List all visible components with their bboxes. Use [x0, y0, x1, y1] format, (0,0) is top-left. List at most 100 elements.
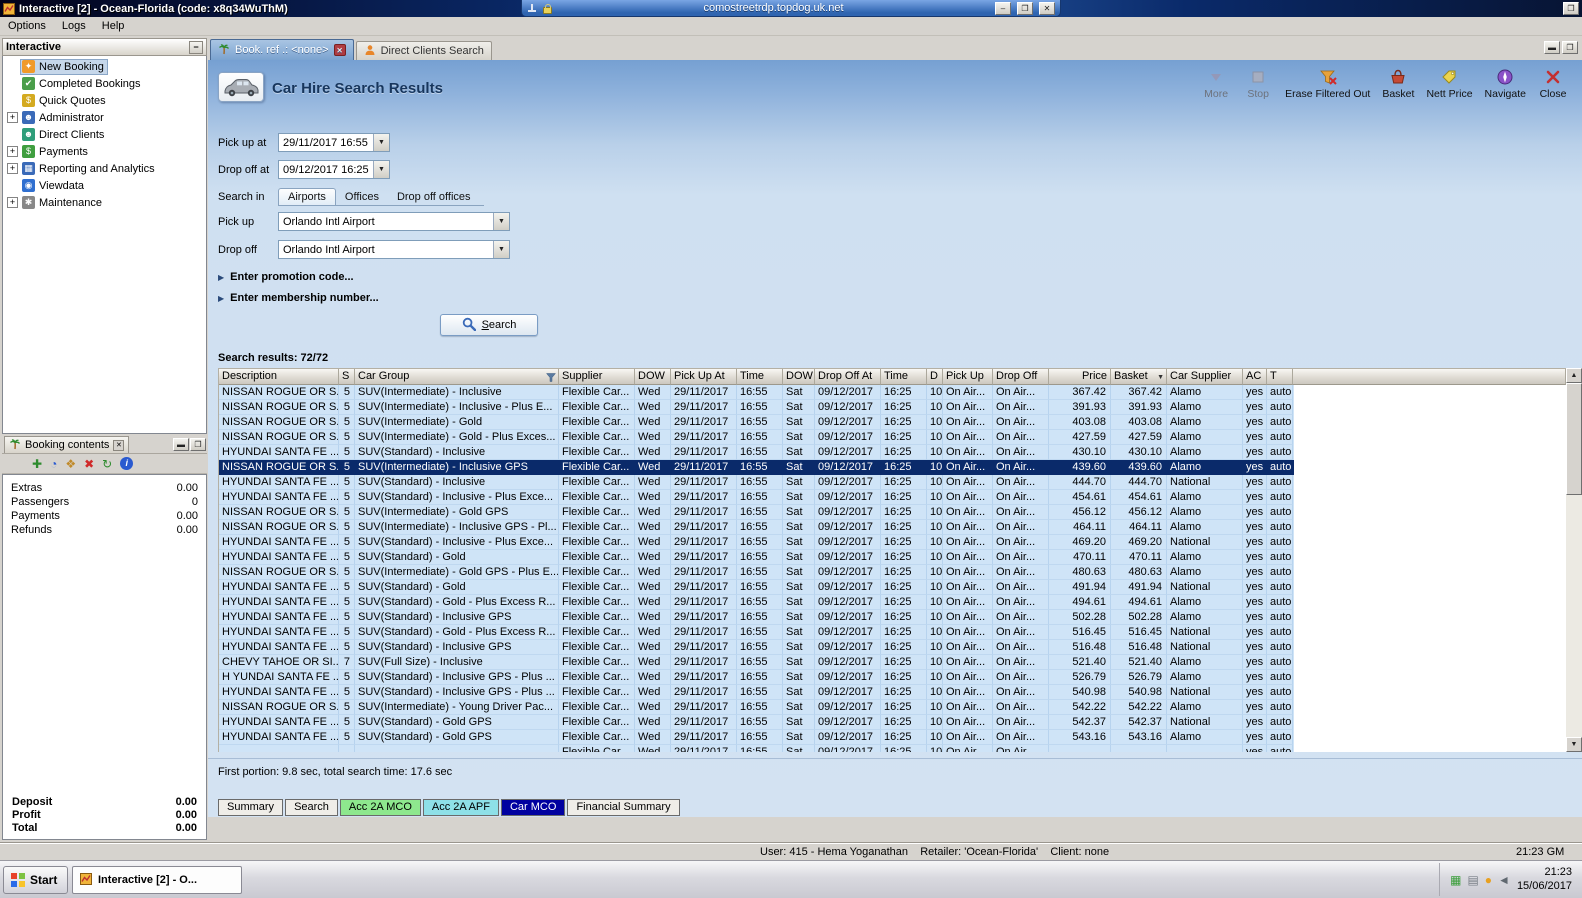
sidebar-item-new-booking[interactable]: ✦ New Booking: [3, 58, 206, 75]
refresh-icon[interactable]: ↻: [102, 457, 112, 471]
promotion-code-expander[interactable]: ▶ Enter promotion code...: [218, 271, 354, 283]
menu-item-logs[interactable]: Logs: [62, 20, 86, 32]
sidebar-item-direct-clients[interactable]: ☻ Direct Clients: [3, 126, 206, 143]
column-header-ac-16[interactable]: AC: [1243, 369, 1267, 385]
basket-button[interactable]: Basket: [1382, 67, 1414, 100]
scroll-down-icon[interactable]: ▼: [1566, 737, 1582, 752]
table-row[interactable]: HYUNDAI SANTA FE ... 5 SUV(Standard) - Inc…: [219, 640, 1294, 655]
dropdown-arrow-icon[interactable]: ▼: [493, 241, 509, 258]
table-row[interactable]: NISSAN ROGUE OR S... 5 SUV(Intermediate) -…: [219, 400, 1294, 415]
pin-icon[interactable]: [527, 3, 537, 14]
erase-filtered-out-button[interactable]: Erase Filtered Out: [1285, 67, 1370, 100]
view-tab-summary[interactable]: Summary: [218, 799, 284, 816]
table-row[interactable]: NISSAN ROGUE OR S... 5 SUV(Intermediate) -…: [219, 415, 1294, 430]
column-header-pick-up-11[interactable]: Pick Up: [943, 369, 993, 385]
expand-icon[interactable]: +: [7, 197, 18, 208]
sidebar-item-quick-quotes[interactable]: $ Quick Quotes: [3, 92, 206, 109]
window-restore-button[interactable]: ❐: [1563, 2, 1579, 15]
start-button[interactable]: Start: [3, 866, 69, 894]
table-row[interactable]: HYUNDAI SANTA FE ... 5 SUV(Standard) - Inc…: [219, 685, 1294, 700]
table-row[interactable]: HYUNDAI SANTA FE ... 5 SUV(Standard) - Inc…: [219, 475, 1294, 490]
view-tab-financial-summary[interactable]: Financial Summary: [567, 799, 680, 816]
sidebar-item-reporting-and-analytics[interactable]: + ▦ Reporting and Analytics: [3, 160, 206, 177]
delete-icon[interactable]: ✖: [84, 457, 94, 471]
table-row[interactable]: HYUNDAI SANTA FE ... 5 SUV(Standard) - Gol…: [219, 550, 1294, 565]
membership-number-expander[interactable]: ▶ Enter membership number...: [218, 292, 379, 304]
table-row[interactable]: Flexible Car... Wed 29/11/2017 16:55 Sat 09/1…: [219, 745, 1294, 752]
expand-icon[interactable]: +: [7, 146, 18, 157]
table-row[interactable]: HYUNDAI SANTA FE ... 5 SUV(Standard) - Gol…: [219, 595, 1294, 610]
menu-item-options[interactable]: Options: [8, 20, 46, 32]
view-tab-acc-2a-mco[interactable]: Acc 2A MCO: [339, 799, 421, 816]
add-icon[interactable]: ✚: [32, 457, 42, 471]
close-booking-contents-icon[interactable]: ✕: [113, 439, 125, 451]
column-header-pick-up-at-5[interactable]: Pick Up At: [671, 369, 737, 385]
dropdown-arrow-icon[interactable]: ▼: [373, 134, 389, 151]
table-row[interactable]: HYUNDAI SANTA FE ... 5 SUV(Standard) - Gol…: [219, 730, 1294, 745]
column-header-time-6[interactable]: Time: [737, 369, 783, 385]
basket-add-icon[interactable]: ❖: [65, 457, 76, 471]
table-row[interactable]: HYUNDAI SANTA FE ... 5 SUV(Standard) - Gol…: [219, 580, 1294, 595]
scroll-up-icon[interactable]: ▲: [1566, 368, 1582, 383]
filter-icon[interactable]: [545, 372, 557, 384]
table-row[interactable]: HYUNDAI SANTA FE ... 5 SUV(Standard) - Gol…: [219, 715, 1294, 730]
sidebar-item-completed-bookings[interactable]: ✔ Completed Bookings: [3, 75, 206, 92]
nett-price-button[interactable]: Nett Price: [1426, 67, 1473, 100]
column-header-basket-14[interactable]: Basket ▼: [1111, 369, 1167, 385]
search-in-tab-offices[interactable]: Offices: [336, 189, 388, 205]
table-scrollbar[interactable]: ▲ ▼: [1566, 368, 1582, 752]
expand-icon[interactable]: +: [7, 112, 18, 123]
taskbar-task-interactive[interactable]: Interactive [2] - O...: [72, 866, 242, 894]
sidebar-item-payments[interactable]: + $ Payments: [3, 143, 206, 160]
table-row[interactable]: CHEVY TAHOE OR SI... 7 SUV(Full Size) - In…: [219, 655, 1294, 670]
column-header-d-10[interactable]: D: [927, 369, 943, 385]
search-in-tab-drop-off-offices[interactable]: Drop off offices: [388, 189, 480, 205]
keyboard-icon[interactable]: ▤: [1467, 873, 1478, 887]
column-header-drop-off-12[interactable]: Drop Off: [993, 369, 1049, 385]
sidebar-item-administrator[interactable]: + ☻ Administrator: [3, 109, 206, 126]
close-tab-icon[interactable]: ✕: [333, 44, 346, 56]
booking-contents-tab[interactable]: Booking contents ✕: [4, 436, 130, 453]
pickup-at-select[interactable]: 29/11/2017 16:55 ▼: [278, 133, 390, 152]
scrollbar-thumb[interactable]: [1566, 383, 1582, 495]
sidebar-item-maintenance[interactable]: + ✱ Maintenance: [3, 194, 206, 211]
pickup-location-select[interactable]: Orlando Intl Airport ▼: [278, 212, 510, 231]
column-header-dow-4[interactable]: DOW: [635, 369, 671, 385]
table-row[interactable]: HYUNDAI SANTA FE ... 5 SUV(Standard) - Inc…: [219, 535, 1294, 550]
mdi-minimize-button[interactable]: ▬: [1544, 41, 1560, 54]
tab-direct-clients-search[interactable]: Direct Clients Search: [355, 41, 492, 60]
column-header-supplier-3[interactable]: Supplier: [559, 369, 635, 385]
mdi-restore-button[interactable]: ❐: [1562, 41, 1578, 54]
column-header-car-supplier-15[interactable]: Car Supplier: [1167, 369, 1243, 385]
table-row[interactable]: NISSAN ROGUE OR S... 5 SUV(Intermediate) -…: [219, 520, 1294, 535]
tab-book-ref-none[interactable]: Book. ref .: <none> ✕: [210, 39, 354, 60]
table-row[interactable]: NISSAN ROGUE OR S... 5 SUV(Intermediate) -…: [219, 385, 1294, 400]
view-tab-car-mco[interactable]: Car MCO: [500, 799, 566, 816]
table-row[interactable]: NISSAN ROGUE OR S... 5 SUV(Intermediate) -…: [219, 430, 1294, 445]
column-header-time-9[interactable]: Time: [881, 369, 927, 385]
expand-icon[interactable]: +: [7, 163, 18, 174]
info-icon[interactable]: i: [120, 457, 134, 470]
table-row[interactable]: HYUNDAI SANTA FE ... 5 SUV(Standard) - Inc…: [219, 445, 1294, 460]
table-row[interactable]: HYUNDAI SANTA FE ... 5 SUV(Standard) - Inc…: [219, 610, 1294, 625]
dropoff-at-select[interactable]: 09/12/2017 16:25 ▼: [278, 160, 390, 179]
panel-minimize-button[interactable]: ▬: [173, 438, 189, 451]
table-row[interactable]: HYUNDAI SANTA FE ... 5 SUV(Standard) - Gol…: [219, 625, 1294, 640]
column-header-description-0[interactable]: Description: [219, 369, 339, 385]
rdp-restore-button[interactable]: ❐: [1017, 1, 1033, 15]
column-header-car-group-2[interactable]: Car Group: [355, 369, 559, 385]
dropdown-arrow-icon[interactable]: ▼: [373, 161, 389, 178]
column-header-price-13[interactable]: Price: [1049, 369, 1111, 385]
navigate-button[interactable]: Navigate: [1485, 67, 1526, 100]
table-row[interactable]: NISSAN ROGUE OR S... 5 SUV(Intermediate) -…: [219, 700, 1294, 715]
dropoff-location-select[interactable]: Orlando Intl Airport ▼: [278, 240, 510, 259]
table-row[interactable]: NISSAN ROGUE OR S... 5 SUV(Intermediate) -…: [219, 460, 1294, 475]
search-button[interactable]: Search: [440, 314, 538, 336]
column-header-t-17[interactable]: T: [1267, 369, 1293, 385]
rdp-close-button[interactable]: ✕: [1039, 1, 1055, 15]
view-tab-acc-2a-apf[interactable]: Acc 2A APF: [422, 799, 499, 816]
dropdown-arrow-icon[interactable]: ▼: [493, 213, 509, 230]
table-row[interactable]: NISSAN ROGUE OR S... 5 SUV(Intermediate) -…: [219, 505, 1294, 520]
panel-restore-button[interactable]: ❐: [190, 438, 206, 451]
column-header-drop-off-at-8[interactable]: Drop Off At: [815, 369, 881, 385]
